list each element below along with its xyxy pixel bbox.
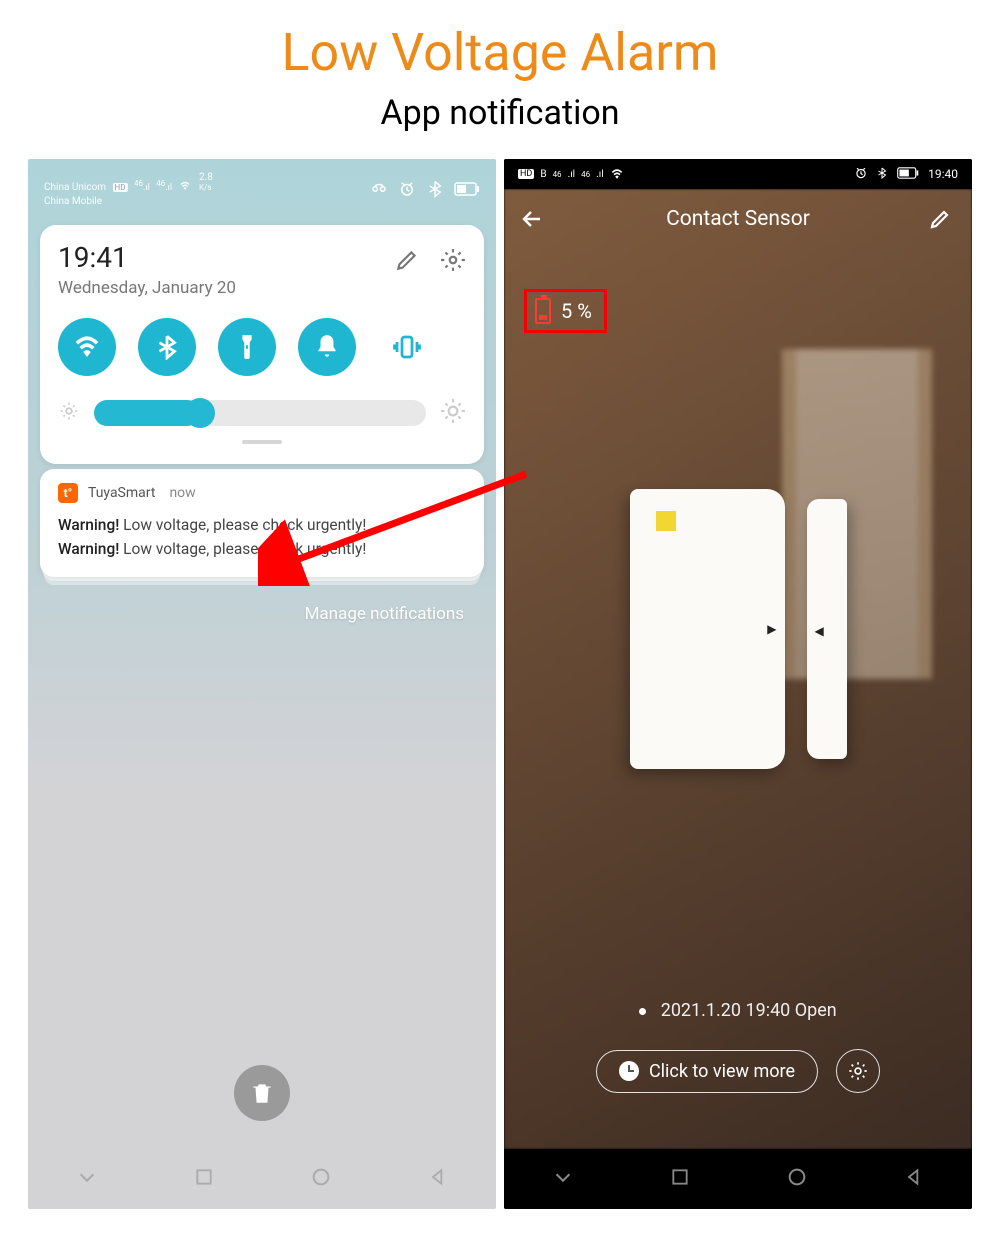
nav-recent-icon[interactable] bbox=[194, 1167, 214, 1191]
nav-recent-icon[interactable] bbox=[670, 1167, 690, 1191]
quick-settings-panel: 19:41 Wednesday, January 20 bbox=[40, 225, 484, 464]
alarm-icon bbox=[398, 180, 416, 201]
settings-icon[interactable] bbox=[440, 247, 466, 277]
hero-subtitle: App notification bbox=[0, 93, 1000, 159]
status-bar: HD B 46.ıl 46.ıl 19:40 bbox=[504, 159, 972, 189]
vibrate-toggle[interactable] bbox=[378, 318, 436, 376]
notification-line-2: Warning! Low voltage, please check urgen… bbox=[58, 537, 466, 561]
edit-button[interactable] bbox=[928, 207, 952, 235]
brightness-slider[interactable] bbox=[58, 398, 466, 428]
eye-icon bbox=[370, 180, 388, 201]
edit-icon[interactable] bbox=[394, 247, 420, 277]
hd-badge: HD bbox=[113, 183, 128, 192]
net-speed-unit: K/s bbox=[199, 183, 211, 192]
hd-badge: HD bbox=[518, 169, 534, 179]
dnd-toggle[interactable] bbox=[298, 318, 356, 376]
sensor-magnet: ◀ bbox=[807, 499, 847, 759]
phone-contact-sensor-app: HD B 46.ıl 46.ıl 19:40 Co bbox=[504, 159, 972, 1209]
view-more-label: Click to view more bbox=[649, 1061, 795, 1082]
clear-all-button[interactable] bbox=[234, 1065, 290, 1121]
status-time: 19:40 bbox=[928, 167, 958, 181]
notification-line-1: Warning! Low voltage, please check urgen… bbox=[58, 513, 466, 537]
notification-card[interactable]: t° TuyaSmart now Warning! Low voltage, p… bbox=[40, 469, 484, 577]
drag-handle[interactable] bbox=[242, 440, 282, 444]
notification-app-name: TuyaSmart bbox=[88, 485, 155, 501]
app-header: Contact Sensor bbox=[504, 189, 972, 249]
nav-dropdown-icon[interactable] bbox=[552, 1166, 574, 1192]
battery-percent: 5 % bbox=[561, 299, 592, 323]
battery-icon bbox=[454, 182, 480, 199]
page-title: Contact Sensor bbox=[666, 207, 810, 231]
nav-back-icon[interactable] bbox=[428, 1167, 448, 1191]
sensor-body: ▶ bbox=[630, 489, 785, 769]
net-label-2: 46 bbox=[581, 170, 590, 179]
status-bar: China Unicom HD 46.ıl 46.ıl 2.8 K/s Chin… bbox=[28, 167, 496, 214]
sensor-illustration: ▶ ◀ bbox=[504, 489, 972, 769]
wifi-icon bbox=[179, 182, 193, 193]
nav-home-icon[interactable] bbox=[310, 1166, 332, 1192]
sensor-led bbox=[656, 511, 676, 531]
qs-date: Wednesday, January 20 bbox=[58, 278, 236, 298]
carrier-1: China Unicom bbox=[44, 182, 106, 193]
bluetooth-toggle[interactable] bbox=[138, 318, 196, 376]
tuya-app-icon: t° bbox=[58, 483, 78, 503]
wifi-icon bbox=[610, 167, 624, 182]
clock-icon bbox=[619, 1061, 639, 1081]
phone-notification-shade: China Unicom HD 46.ıl 46.ıl 2.8 K/s Chin… bbox=[28, 159, 496, 1209]
android-nav-bar bbox=[28, 1149, 496, 1209]
last-event-text: 2021.1.20 19:40 Open bbox=[661, 1000, 837, 1021]
bluetooth-icon bbox=[876, 166, 888, 183]
event-dot-icon bbox=[639, 1008, 646, 1015]
last-event-row: 2021.1.20 19:40 Open bbox=[504, 1000, 972, 1021]
device-settings-button[interactable] bbox=[836, 1049, 880, 1093]
nav-back-icon[interactable] bbox=[904, 1167, 924, 1191]
hero-title: Low Voltage Alarm bbox=[0, 0, 1000, 93]
brightness-high-icon bbox=[440, 398, 466, 428]
battery-low-icon bbox=[535, 298, 551, 324]
qs-time: 19:41 bbox=[58, 241, 236, 274]
flashlight-toggle[interactable] bbox=[218, 318, 276, 376]
sensor-arrow-right-icon: ▶ bbox=[767, 622, 776, 636]
brightness-low-icon bbox=[58, 400, 80, 426]
carrier-2: China Mobile bbox=[44, 196, 102, 207]
sensor-arrow-left-icon: ◀ bbox=[815, 624, 824, 638]
battery-indicator: 5 % bbox=[524, 289, 607, 333]
bluetooth-icon bbox=[426, 180, 444, 201]
alarm-icon bbox=[854, 166, 868, 183]
back-button[interactable] bbox=[520, 207, 544, 235]
net-label: 46 bbox=[553, 170, 562, 179]
wifi-toggle[interactable] bbox=[58, 318, 116, 376]
view-more-button[interactable]: Click to view more bbox=[596, 1050, 818, 1093]
battery-icon bbox=[896, 167, 920, 182]
notification-time: now bbox=[169, 485, 195, 501]
net-label-1: 46 bbox=[134, 179, 143, 188]
android-nav-bar bbox=[504, 1149, 972, 1209]
manage-notifications-link[interactable]: Manage notifications bbox=[305, 604, 464, 624]
nav-home-icon[interactable] bbox=[786, 1166, 808, 1192]
net-speed: 2.8 bbox=[199, 172, 213, 183]
net-label-2: 46 bbox=[156, 179, 165, 188]
nav-dropdown-icon[interactable] bbox=[76, 1166, 98, 1192]
